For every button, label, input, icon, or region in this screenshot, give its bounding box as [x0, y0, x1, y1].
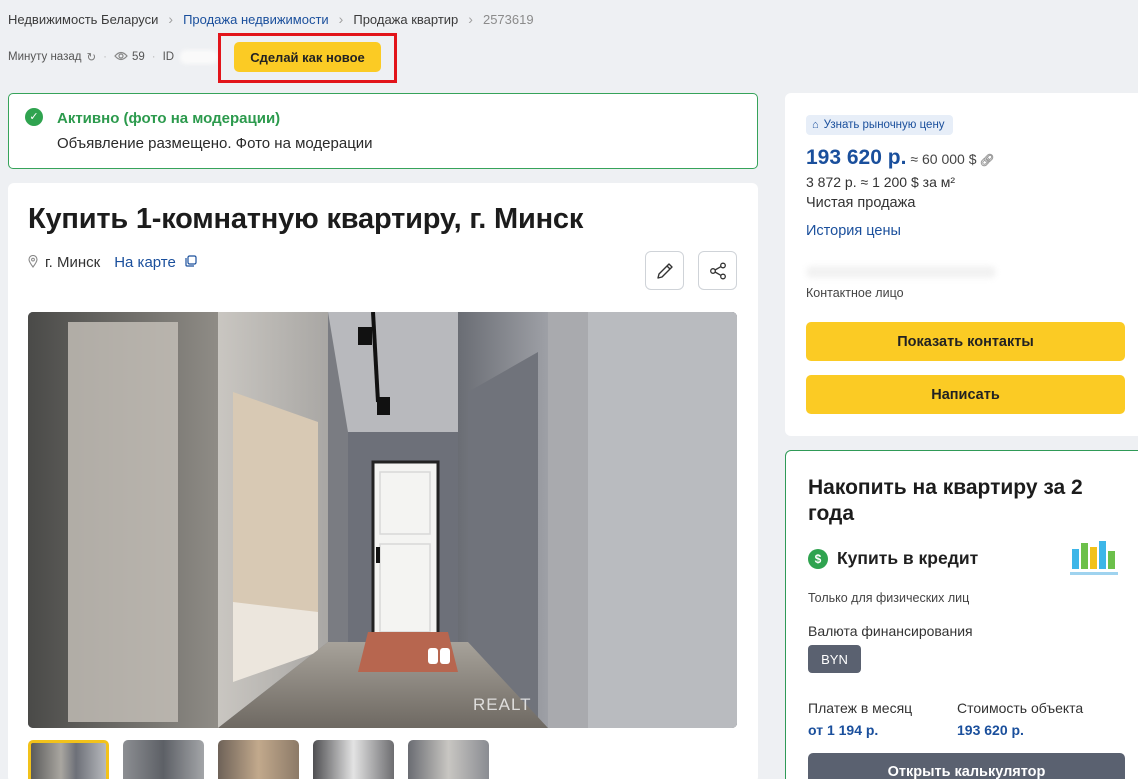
edit-button[interactable]	[645, 251, 684, 290]
contact-label: Контактное лицо	[806, 286, 904, 300]
copy-icon[interactable]	[185, 255, 197, 270]
main-photo[interactable]: REALT	[28, 312, 737, 728]
eye-icon	[114, 51, 128, 64]
price-per-sqm: 3 872 р. ≈ 1 200 $ за м²	[806, 174, 956, 190]
market-price-button[interactable]: ⌂ Узнать рыночную цену	[806, 115, 953, 135]
photo-watermark: REALT	[473, 695, 532, 714]
show-contacts-button[interactable]: Показать контакты	[806, 322, 1125, 361]
market-price-label: Узнать рыночную цену	[823, 119, 945, 131]
id-value-redacted	[180, 50, 219, 64]
only-individuals-note: Только для физических лиц	[808, 591, 970, 605]
price-card: ⌂ Узнать рыночную цену 193 620 р. ≈ 60 00…	[785, 93, 1138, 436]
page-title: Купить 1-комнатную квартиру, г. Минск	[28, 203, 584, 235]
pencil-icon	[656, 262, 673, 279]
credit-card: Накопить на квартиру за 2 года $ Купить …	[785, 450, 1138, 779]
monthly-payment-value: от 1 194 р.	[808, 722, 879, 738]
breadcrumb: Недвижимость Беларуси › Продажа недвижим…	[8, 11, 534, 27]
thumbnail-2[interactable]	[123, 740, 204, 779]
contact-name-redacted	[806, 266, 996, 278]
object-cost-label: Стоимость объекта	[957, 700, 1084, 716]
dollar-icon: $	[808, 548, 828, 569]
location-pin-icon	[28, 254, 38, 271]
location-row: г. Минск На карте	[28, 254, 197, 271]
share-button[interactable]	[698, 251, 737, 290]
thumbnail-3[interactable]	[218, 740, 299, 779]
breadcrumb-item[interactable]: Продажа недвижимости	[183, 12, 329, 27]
refresh-icon: ↻	[86, 52, 97, 64]
price-usd: ≈ 60 000 $	[910, 151, 977, 167]
listing-card: Купить 1-комнатную квартиру, г. Минск г.…	[8, 183, 758, 779]
price-byn: 193 620 р.	[806, 146, 907, 169]
breadcrumb-item-current: 2573619	[482, 11, 534, 27]
thumbnail-1[interactable]	[28, 740, 109, 779]
share-icon	[709, 262, 726, 279]
status-description: Объявление размещено. Фото на модерации	[57, 135, 373, 152]
credit-title: Накопить на квартиру за 2 года	[808, 476, 1083, 525]
id-label: ID	[162, 51, 175, 63]
price-main: 193 620 р. ≈ 60 000 $ 🔗︎	[806, 146, 995, 170]
city-label: г. Минск	[45, 254, 101, 271]
views-count: 59	[131, 51, 145, 63]
updated-time: Минуту назад	[8, 51, 82, 63]
currency-byn-button[interactable]: BYN	[808, 645, 861, 673]
open-calculator-button[interactable]: Открыть калькулятор	[808, 753, 1125, 779]
breadcrumb-item[interactable]: Продажа квартир	[353, 12, 458, 27]
object-cost-value: 193 620 р.	[957, 722, 1024, 738]
breadcrumb-item[interactable]: Недвижимость Беларуси	[8, 12, 158, 27]
write-button[interactable]: Написать	[806, 375, 1125, 414]
sale-type: Чистая продажа	[806, 195, 916, 211]
map-link[interactable]: На карте	[114, 254, 176, 271]
status-title: Активно (фото на модерации)	[57, 110, 281, 127]
renew-button[interactable]: Сделай как новое	[234, 42, 381, 72]
currency-label: Валюта финансирования	[808, 623, 973, 639]
link-icon[interactable]: 🔗︎	[979, 153, 994, 167]
photo-thumbnails	[28, 740, 489, 779]
thumbnail-5[interactable]	[408, 740, 489, 779]
chevron-right-icon: ›	[468, 11, 473, 27]
check-circle-icon: ✓	[25, 108, 43, 126]
listing-meta: Минуту назад ↻ · 59 · ID	[8, 50, 219, 64]
chevron-right-icon: ›	[338, 11, 344, 27]
chevron-right-icon: ›	[168, 11, 174, 27]
buy-on-credit: $ Купить в кредит	[808, 548, 978, 569]
house-icon: ⌂	[812, 119, 819, 131]
status-banner: ✓ Активно (фото на модерации) Объявление…	[8, 93, 758, 169]
buy-on-credit-label: Купить в кредит	[837, 548, 979, 568]
thumbnail-4[interactable]	[313, 740, 394, 779]
price-history-link[interactable]: История цены	[806, 223, 901, 239]
bank-logo	[1066, 539, 1122, 579]
monthly-payment-label: Платеж в месяц	[808, 700, 913, 716]
